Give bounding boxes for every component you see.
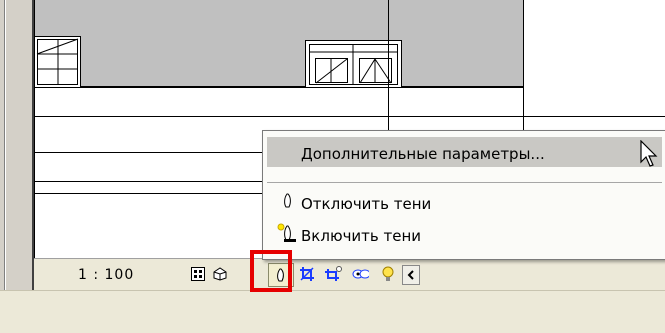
menu-separator xyxy=(267,182,662,183)
crop-region-icon[interactable] xyxy=(298,265,316,283)
status-bar xyxy=(0,290,665,333)
shadows-context-menu: Дополнительные параметры... Отключить те… xyxy=(262,130,665,260)
hidden-elements-icon[interactable] xyxy=(351,265,369,283)
floor-line xyxy=(34,116,665,117)
visual-style-icon[interactable] xyxy=(211,265,229,283)
menu-item-advanced-settings[interactable]: Дополнительные параметры... xyxy=(301,145,641,163)
wall-elevation xyxy=(34,0,524,88)
scale-label[interactable]: 1 : 100 xyxy=(78,267,134,283)
view-control-bar: 1 : 100 xyxy=(34,258,665,290)
shadow-off-icon xyxy=(283,193,293,213)
menu-item-shadows-on[interactable]: Включить тени xyxy=(301,227,641,245)
annotation-highlight xyxy=(250,250,292,292)
scroll-left-icon[interactable] xyxy=(402,265,420,285)
wall-edge-line xyxy=(523,0,524,130)
left-window-frame xyxy=(0,0,36,290)
shadow-on-icon xyxy=(277,223,299,247)
view-edge-line xyxy=(34,0,35,258)
crop-visibility-icon[interactable] xyxy=(324,265,342,283)
temporary-isolate-icon[interactable] xyxy=(379,265,397,283)
detail-level-icon[interactable] xyxy=(189,265,207,283)
menu-item-shadows-off[interactable]: Отключить тени xyxy=(301,195,641,213)
window-left-element[interactable] xyxy=(34,36,82,88)
mouse-cursor-icon xyxy=(640,139,658,172)
